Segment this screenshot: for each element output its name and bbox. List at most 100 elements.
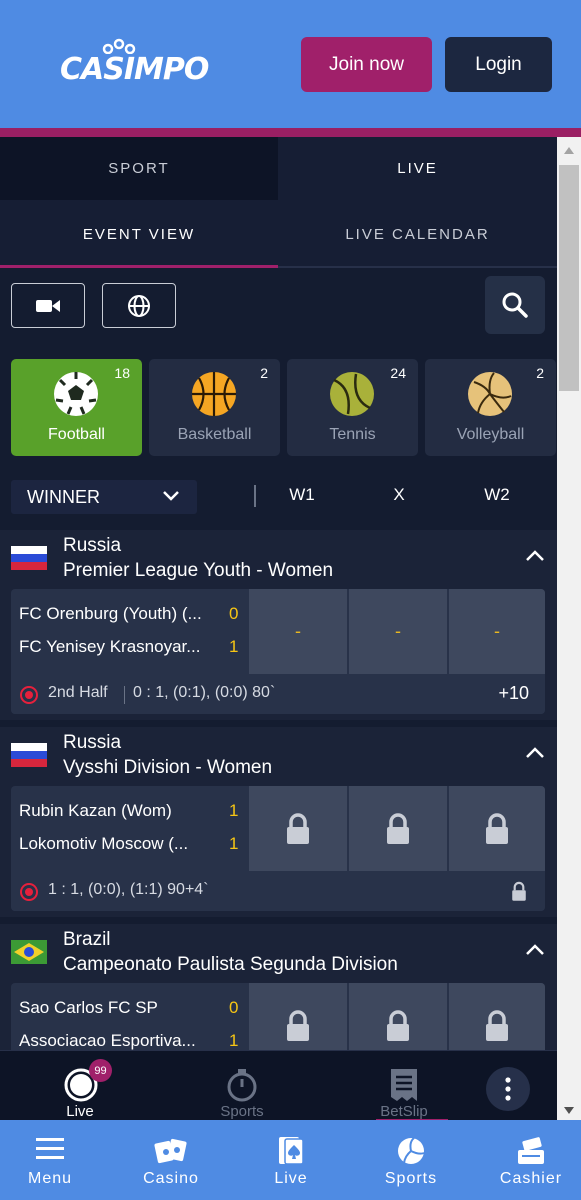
match-card[interactable]: Rubin Kazan (Wom) 1 Lokomotiv Moscow (..…	[11, 786, 545, 911]
nav-cashier[interactable]: Cashier	[481, 1120, 581, 1200]
sport-count: 2	[536, 365, 544, 381]
football-icon	[54, 372, 98, 416]
russia-flag-icon	[11, 743, 47, 767]
column-x: X	[393, 485, 405, 504]
league-group: Russia Premier League Youth - Women FC O…	[0, 530, 557, 720]
nav-sports-main[interactable]: Sports	[361, 1120, 461, 1200]
nav-casino-label: Casino	[143, 1170, 199, 1187]
column-w1: W1	[289, 485, 315, 504]
odd-w1[interactable]: -	[249, 589, 347, 674]
chevron-down-icon	[163, 491, 179, 501]
globe-icon	[128, 294, 150, 317]
sport-card-volleyball[interactable]: 2 Volleyball	[425, 359, 556, 456]
live-indicator-icon	[20, 686, 38, 704]
lock-icon	[387, 812, 409, 844]
league-name: Campeonato Paulista Segunda Division	[63, 954, 398, 975]
league-name: Premier League Youth - Women	[63, 560, 334, 581]
nav-casino[interactable]: Casino	[121, 1120, 221, 1200]
nav-menu-label: Menu	[27, 1170, 73, 1187]
site-bottom-nav: Menu Casino Live Sports Cashier	[0, 1120, 581, 1200]
brazil-flag-icon	[11, 940, 47, 964]
odd-w2-locked	[449, 786, 545, 871]
nav-live-casino-label: Live	[274, 1170, 308, 1187]
odd-x[interactable]: -	[349, 589, 447, 674]
sport-name: Basketball	[177, 426, 252, 443]
video-filter-button[interactable]	[11, 283, 85, 328]
casimpo-logo[interactable]: CASIMPO	[60, 38, 209, 92]
scroll-up-arrow-icon[interactable]	[564, 147, 574, 154]
vertical-dots-icon	[505, 1077, 511, 1101]
tab-live-calendar[interactable]: LIVE CALENDAR	[278, 200, 557, 268]
live-count-badge: 99	[89, 1059, 112, 1082]
score-away: 1	[229, 1031, 239, 1050]
region-filter-button[interactable]	[102, 283, 176, 328]
stopwatch-icon	[227, 1069, 257, 1102]
russia-flag-icon	[11, 546, 47, 570]
score-home: 1	[229, 801, 239, 820]
basketball-icon	[192, 372, 236, 416]
lock-icon	[287, 812, 309, 844]
market-dropdown[interactable]: WINNER	[11, 480, 197, 514]
tab-divider	[278, 266, 557, 268]
search-button[interactable]	[485, 276, 545, 334]
odd-w1-locked	[249, 983, 347, 1052]
match-detail: 0 : 1, (0:1), (0:0) 80`	[133, 684, 276, 701]
chevron-up-icon[interactable]	[525, 944, 545, 956]
join-now-button[interactable]: Join now	[301, 37, 432, 92]
nav-cashier-label: Cashier	[499, 1170, 563, 1187]
chevron-up-icon[interactable]	[525, 550, 545, 562]
tab-sport[interactable]: SPORT	[0, 137, 278, 200]
odd-x-locked	[349, 983, 447, 1052]
tab-event-view[interactable]: EVENT VIEW	[0, 200, 278, 268]
team-home: Rubin Kazan (Wom)	[19, 801, 172, 820]
score-away: 1	[229, 637, 239, 656]
league-country: Russia	[63, 732, 122, 753]
team-away: FC Yenisey Krasnoyar...	[19, 637, 201, 656]
nav-live-label: Live	[66, 1103, 94, 1120]
logo-text: CASIMPO	[60, 52, 209, 87]
league-name: Vysshi Division - Women	[63, 757, 273, 778]
receipt-icon	[391, 1069, 417, 1101]
video-camera-icon	[36, 299, 60, 312]
sport-card-tennis[interactable]: 24 Tennis	[287, 359, 418, 456]
sport-count: 2	[260, 365, 268, 381]
odd-w2[interactable]: -	[449, 589, 545, 674]
login-button[interactable]: Login	[445, 37, 552, 92]
odd-w1-locked	[249, 786, 347, 871]
league-header[interactable]: Russia Vysshi Division - Women	[0, 727, 557, 783]
league-header[interactable]: Brazil Campeonato Paulista Segunda Divis…	[0, 924, 557, 980]
cashier-icon	[518, 1137, 544, 1164]
score-home: 0	[229, 604, 239, 623]
sport-count: 18	[114, 365, 130, 381]
match-card[interactable]: Sao Carlos FC SP 0 Associacao Esportiva.…	[11, 983, 545, 1052]
volleyball-icon	[398, 1137, 425, 1164]
league-country: Brazil	[63, 929, 111, 950]
match-period: 2nd Half	[48, 684, 108, 701]
nav-live-casino[interactable]: Live	[241, 1120, 341, 1200]
match-card[interactable]: FC Orenburg (Youth) (... 0 FC Yenisey Kr…	[11, 589, 545, 714]
league-group: Brazil Campeonato Paulista Segunda Divis…	[0, 924, 557, 1052]
lock-icon	[387, 1009, 409, 1041]
more-options-button[interactable]	[486, 1067, 530, 1111]
team-away: Lokomotiv Moscow (...	[19, 834, 189, 853]
match-status-row: 1 : 1, (0:0), (1:1) 90+4`	[11, 872, 545, 911]
volleyball-icon	[468, 372, 512, 416]
sport-card-football[interactable]: 18 Football	[11, 359, 142, 456]
sport-card-basketball[interactable]: 2 Basketball	[149, 359, 280, 456]
hamburger-menu-icon	[36, 1138, 64, 1159]
league-header[interactable]: Russia Premier League Youth - Women	[0, 530, 557, 586]
scrollbar-thumb[interactable]	[559, 165, 579, 391]
sport-name: Tennis	[329, 426, 376, 443]
more-markets[interactable]: +10	[498, 683, 529, 704]
nav-menu[interactable]: Menu	[0, 1120, 100, 1200]
column-w2: W2	[484, 485, 510, 504]
chevron-up-icon[interactable]	[525, 747, 545, 759]
team-home: FC Orenburg (Youth) (...	[19, 604, 202, 623]
card-spade-icon	[279, 1137, 304, 1165]
nav-sports-main-label: Sports	[384, 1170, 438, 1187]
scroll-down-arrow-icon[interactable]	[564, 1107, 574, 1114]
playing-cards-icon	[154, 1138, 187, 1164]
sport-count: 24	[390, 365, 406, 381]
score-away: 1	[229, 834, 239, 853]
tab-live[interactable]: LIVE	[278, 137, 557, 200]
